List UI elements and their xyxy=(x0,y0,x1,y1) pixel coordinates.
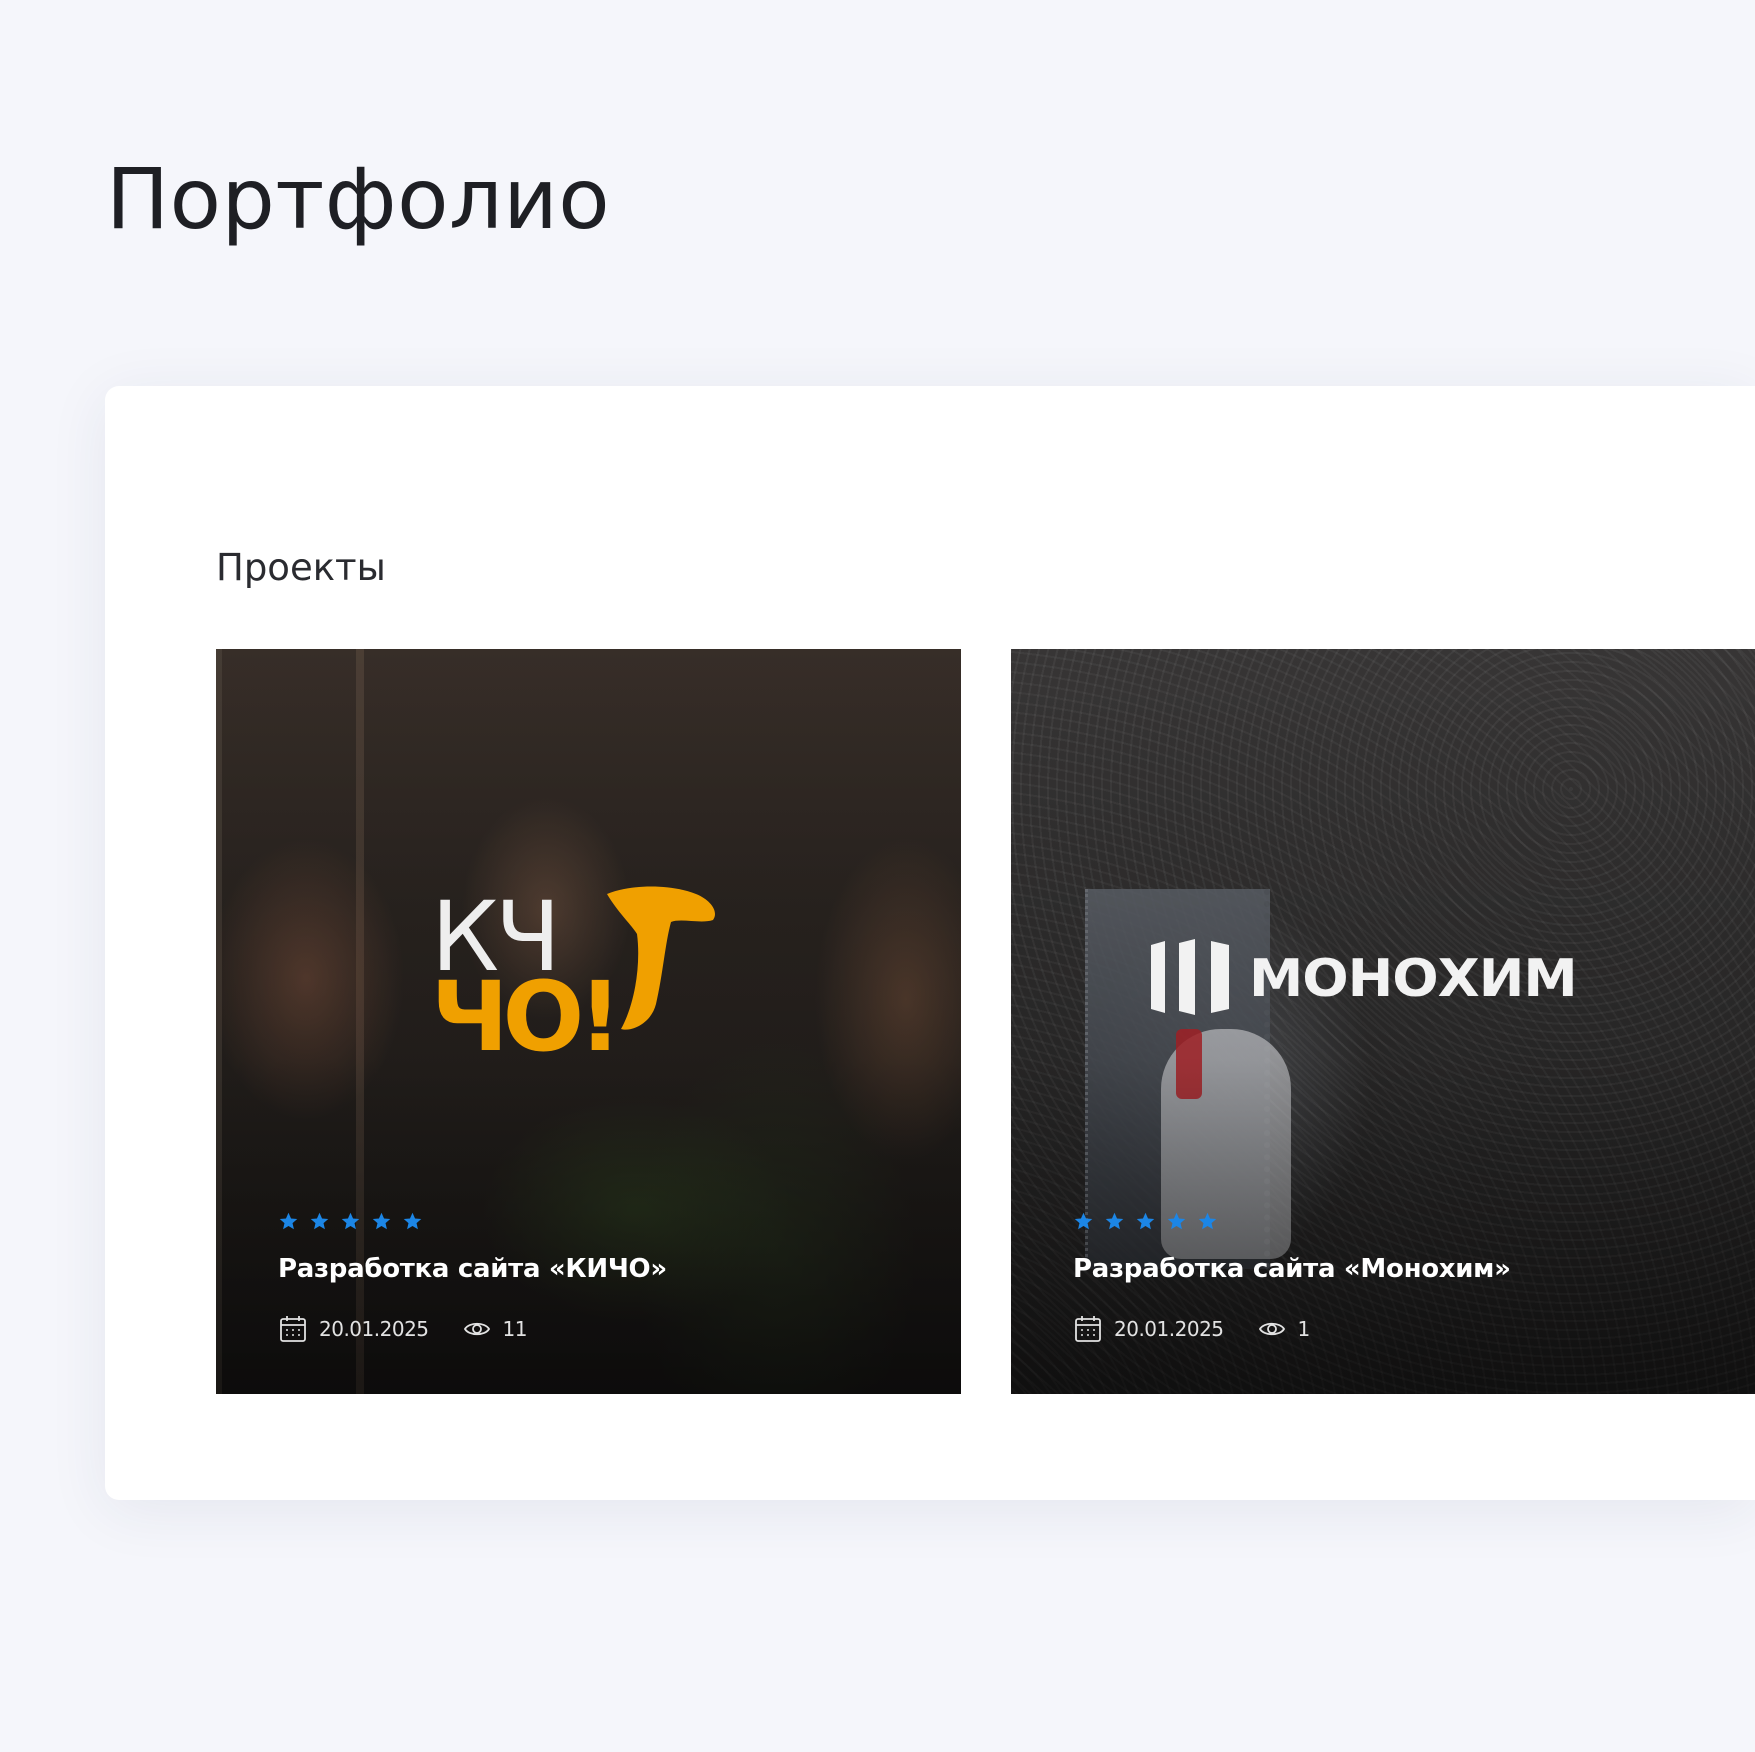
star-icon xyxy=(341,1212,360,1230)
star-icon xyxy=(1167,1212,1186,1230)
page-title: Портфолио xyxy=(106,150,611,248)
star-icon xyxy=(1105,1212,1124,1230)
monochim-mark-icon xyxy=(1151,939,1229,1015)
eye-icon xyxy=(1257,1314,1287,1344)
project-info: Разработка сайта «Монохим» 20.01.2025 1 xyxy=(1073,1211,1735,1344)
kicho-logo-bottom: ЧО! xyxy=(431,961,622,1073)
star-icon xyxy=(310,1212,329,1230)
project-views: 1 xyxy=(1297,1317,1311,1341)
eye-icon xyxy=(462,1314,492,1344)
project-info: Разработка сайта «КИЧО» 20.01.2025 11 xyxy=(278,1211,941,1344)
rating-stars xyxy=(278,1211,941,1232)
project-card-monochim[interactable]: МОНОХИМ Разработка сайта «Монохим» 20.01… xyxy=(1011,649,1755,1394)
monochim-logo-text: МОНОХИМ xyxy=(1249,949,1578,1009)
star-icon xyxy=(1136,1212,1155,1230)
project-title[interactable]: Разработка сайта «КИЧО» xyxy=(278,1254,941,1284)
star-icon xyxy=(1074,1212,1093,1230)
monochim-logo: МОНОХИМ xyxy=(1149,939,1578,1019)
star-icon xyxy=(1198,1212,1217,1230)
rating-stars xyxy=(1073,1211,1735,1232)
project-date: 20.01.2025 xyxy=(1114,1317,1224,1341)
section-title: Проекты xyxy=(216,546,386,589)
project-meta: 20.01.2025 1 xyxy=(1073,1314,1735,1344)
calendar-icon xyxy=(278,1314,308,1344)
project-meta: 20.01.2025 11 xyxy=(278,1314,941,1344)
star-icon xyxy=(372,1212,391,1230)
project-date: 20.01.2025 xyxy=(319,1317,429,1341)
star-icon xyxy=(279,1212,298,1230)
project-title[interactable]: Разработка сайта «Монохим» xyxy=(1073,1254,1735,1284)
calendar-icon xyxy=(1073,1314,1103,1344)
camel-icon xyxy=(607,886,716,1030)
kicho-logo: КЧ ЧО! xyxy=(431,886,741,1065)
star-icon xyxy=(403,1212,422,1230)
project-card-kicho[interactable]: КЧ ЧО! Разработка сайта «КИЧО» 20.01.202… xyxy=(216,649,961,1394)
projects-panel: Проекты КЧ ЧО! Разработка сайта «КИЧО» 2… xyxy=(105,386,1755,1500)
project-views: 11 xyxy=(502,1317,528,1341)
